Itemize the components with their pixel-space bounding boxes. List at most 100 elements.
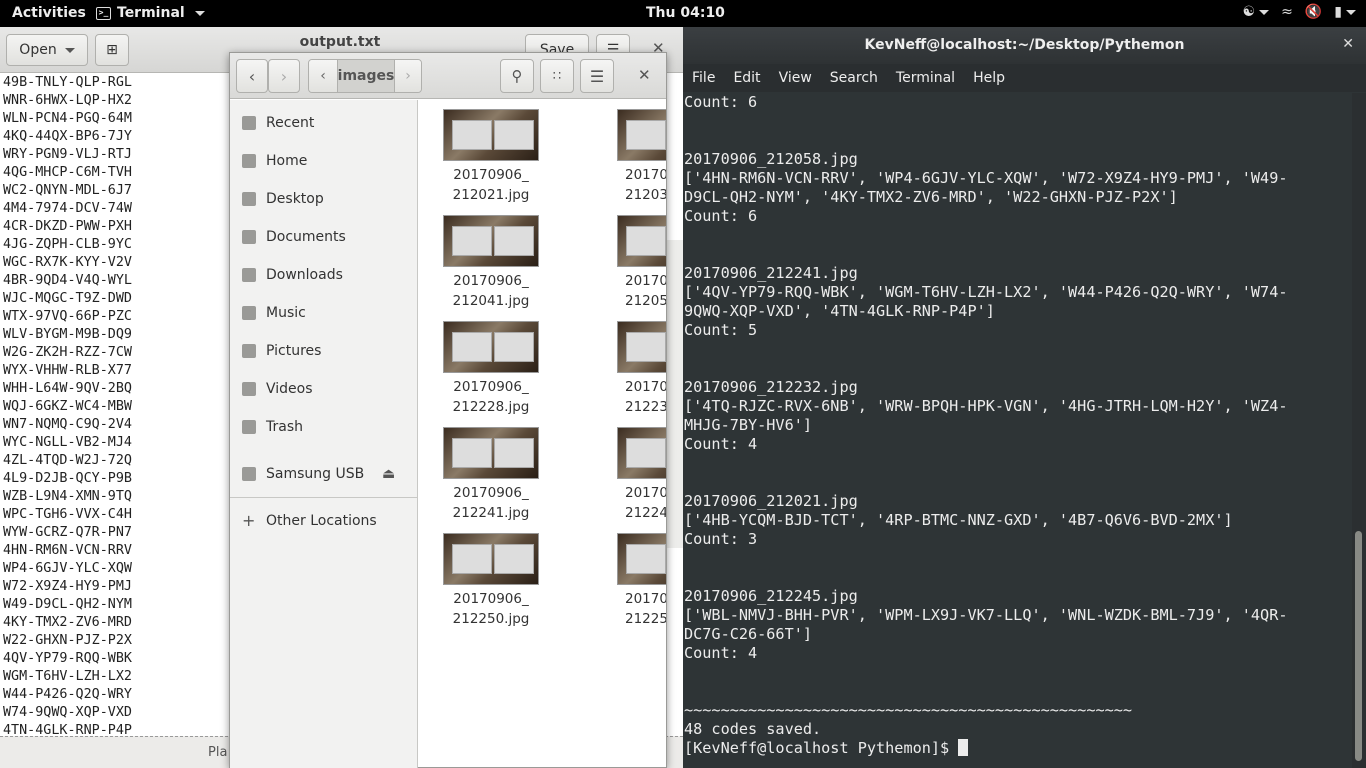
terminal-line: ['WBL-NMVJ-BHH-PVR', 'WPM-LX9J-VK7-LLQ',…: [684, 606, 1288, 624]
accessibility-icon[interactable]: ☯: [1243, 4, 1270, 20]
menu-search[interactable]: Search: [821, 64, 887, 92]
path-segment-current[interactable]: images: [337, 60, 395, 92]
sidebar-item-home[interactable]: Home: [230, 146, 418, 176]
plus-icon: +: [242, 511, 256, 530]
view-toggle-button[interactable]: ∷: [540, 59, 574, 93]
file-name-line: 20170: [625, 485, 666, 501]
editor-title: output.txt: [299, 34, 381, 50]
editor-line: WQJ-6GKZ-WC4-MBW: [3, 399, 132, 414]
menu-terminal[interactable]: Terminal: [887, 64, 964, 92]
terminal-output[interactable]: Count: 6 20170906_212058.jpg ['4HN-RM6N-V…: [684, 93, 1348, 768]
file-item[interactable]: 20170 21225: [591, 533, 666, 629]
editor-line: 4JG-ZQPH-CLB-9YC: [3, 237, 132, 252]
file-item[interactable]: 20170906_ 212250.jpg: [431, 533, 551, 629]
editor-line: WHH-L64W-9QV-2BQ: [3, 381, 132, 396]
terminal-line: ['4TQ-RJZC-RVX-6NB', 'WRW-BPQH-HPK-VGN',…: [684, 397, 1288, 415]
terminal-line: 20170906_212021.jpg: [684, 492, 858, 510]
chevron-down-icon: [194, 10, 205, 16]
file-item[interactable]: 20170 21224: [591, 427, 666, 523]
menu-view[interactable]: View: [770, 64, 821, 92]
file-name-line: 20170906_: [453, 273, 529, 289]
menu-help[interactable]: Help: [964, 64, 1014, 92]
editor-text-area[interactable]: 49B-TNLY-QLP-RGL WNR-6HWX-LQP-HX2 WLN-PCN4…: [3, 74, 132, 740]
terminal-line: 48 codes saved.: [684, 720, 822, 738]
sidebar-item-label: Videos: [266, 381, 313, 397]
sidebar-item-samsung-usb[interactable]: Samsung USB ⏏: [230, 459, 418, 489]
terminal-menubar: File Edit View Search Terminal Help: [683, 64, 1366, 92]
image-thumbnail: [443, 321, 539, 373]
downloads-icon: [242, 268, 256, 282]
sidebar-separator: [230, 497, 418, 498]
trash-icon: [242, 420, 256, 434]
app-menu[interactable]: >_ Terminal: [96, 5, 205, 21]
sidebar-item-documents[interactable]: Documents: [230, 222, 418, 252]
path-scroll-left-button[interactable]: ‹: [309, 60, 337, 92]
back-button[interactable]: ‹: [236, 59, 268, 93]
path-scroll-right-button[interactable]: ›: [395, 60, 421, 92]
open-button[interactable]: Open: [6, 34, 88, 66]
sidebar-item-other-locations[interactable]: + Other Locations: [230, 506, 418, 536]
terminal-prompt-line[interactable]: [KevNeff@localhost Pythemon]$: [684, 739, 1348, 758]
file-item[interactable]: 20170906_ 212021.jpg: [431, 109, 551, 205]
sidebar-item-music[interactable]: Music: [230, 298, 418, 328]
editor-line: WTX-97VQ-66P-PZC: [3, 309, 132, 324]
activities-button[interactable]: Activities: [12, 5, 86, 21]
terminal-scrollbar[interactable]: [1352, 93, 1366, 768]
sidebar-item-label: Desktop: [266, 191, 324, 207]
chevron-right-icon: ›: [405, 68, 411, 84]
chevron-right-icon: ›: [280, 66, 288, 86]
editor-line: WJC-MQGC-T9Z-DWD: [3, 291, 132, 306]
editor-line: 4L9-D2JB-QCY-P9B: [3, 471, 132, 486]
sidebar-item-desktop[interactable]: Desktop: [230, 184, 418, 214]
menu-file[interactable]: File: [683, 64, 724, 92]
file-item[interactable]: 20170906_ 212041.jpg: [431, 215, 551, 311]
file-item[interactable]: 20170906_ 212241.jpg: [431, 427, 551, 523]
image-thumbnail: [617, 215, 666, 267]
sidebar-item-downloads[interactable]: Downloads: [230, 260, 418, 290]
language-selector[interactable]: Pla: [208, 745, 227, 760]
editor-line: 4CR-DKZD-PWW-PXH: [3, 219, 132, 234]
terminal-line: Count: 4: [684, 644, 758, 662]
sidebar-item-videos[interactable]: Videos: [230, 374, 418, 404]
terminal-line: Count: 4: [684, 435, 758, 453]
editor-line: W74-9QWQ-XQP-VXD: [3, 705, 132, 720]
close-icon[interactable]: ✕: [1342, 36, 1354, 52]
image-thumbnail: [443, 533, 539, 585]
sidebar-item-recent[interactable]: Recent: [230, 108, 418, 138]
editor-line: W22-GHXN-PJZ-P2X: [3, 633, 132, 648]
places-sidebar: Recent Home Desktop Documents Downloads Music…: [230, 100, 418, 768]
file-item[interactable]: 20170 21205: [591, 215, 666, 311]
file-name-line: 21205: [625, 293, 666, 309]
new-tab-button[interactable]: ⊞: [95, 34, 129, 66]
chevron-down-icon: [64, 47, 75, 53]
top-bar: Activities >_ Terminal Thu 04:10 ☯ ≈ 🔇 ▮: [0, 0, 1366, 27]
eject-icon[interactable]: ⏏: [382, 466, 395, 482]
view-menu-button[interactable]: ☰: [580, 59, 614, 93]
sidebar-item-trash[interactable]: Trash: [230, 412, 418, 442]
editor-line: 4M4-7974-DCV-74W: [3, 201, 132, 216]
file-manager-window: ‹ › ‹ images › ⚲ ∷ ☰ ✕ Recent Home Desktop…: [229, 52, 667, 768]
editor-line: 4HN-RM6N-VCN-RRV: [3, 543, 132, 558]
forward-button[interactable]: ›: [268, 59, 300, 93]
file-item[interactable]: 20170 21223: [591, 321, 666, 417]
clock[interactable]: Thu 04:10: [646, 5, 725, 21]
editor-line: W44-P426-Q2Q-WRY: [3, 687, 132, 702]
sidebar-item-pictures[interactable]: Pictures: [230, 336, 418, 366]
system-tray[interactable]: ☯ ≈ 🔇 ▮: [1243, 4, 1356, 20]
file-item[interactable]: 20170 21203: [591, 109, 666, 205]
scrollbar-thumb[interactable]: [1355, 531, 1362, 761]
text-cursor: [958, 739, 969, 756]
close-icon[interactable]: ✕: [638, 66, 651, 84]
editor-line: WPC-TGH6-VVX-C4H: [3, 507, 132, 522]
file-manager-header-bar: ‹ › ‹ images › ⚲ ∷ ☰ ✕: [230, 53, 666, 99]
image-thumbnail: [617, 109, 666, 161]
menu-edit[interactable]: Edit: [724, 64, 769, 92]
search-button[interactable]: ⚲: [500, 59, 534, 93]
editor-line: WGC-RX7K-KYY-V2V: [3, 255, 132, 270]
file-item[interactable]: 20170906_ 212228.jpg: [431, 321, 551, 417]
clock-icon: [242, 116, 256, 130]
